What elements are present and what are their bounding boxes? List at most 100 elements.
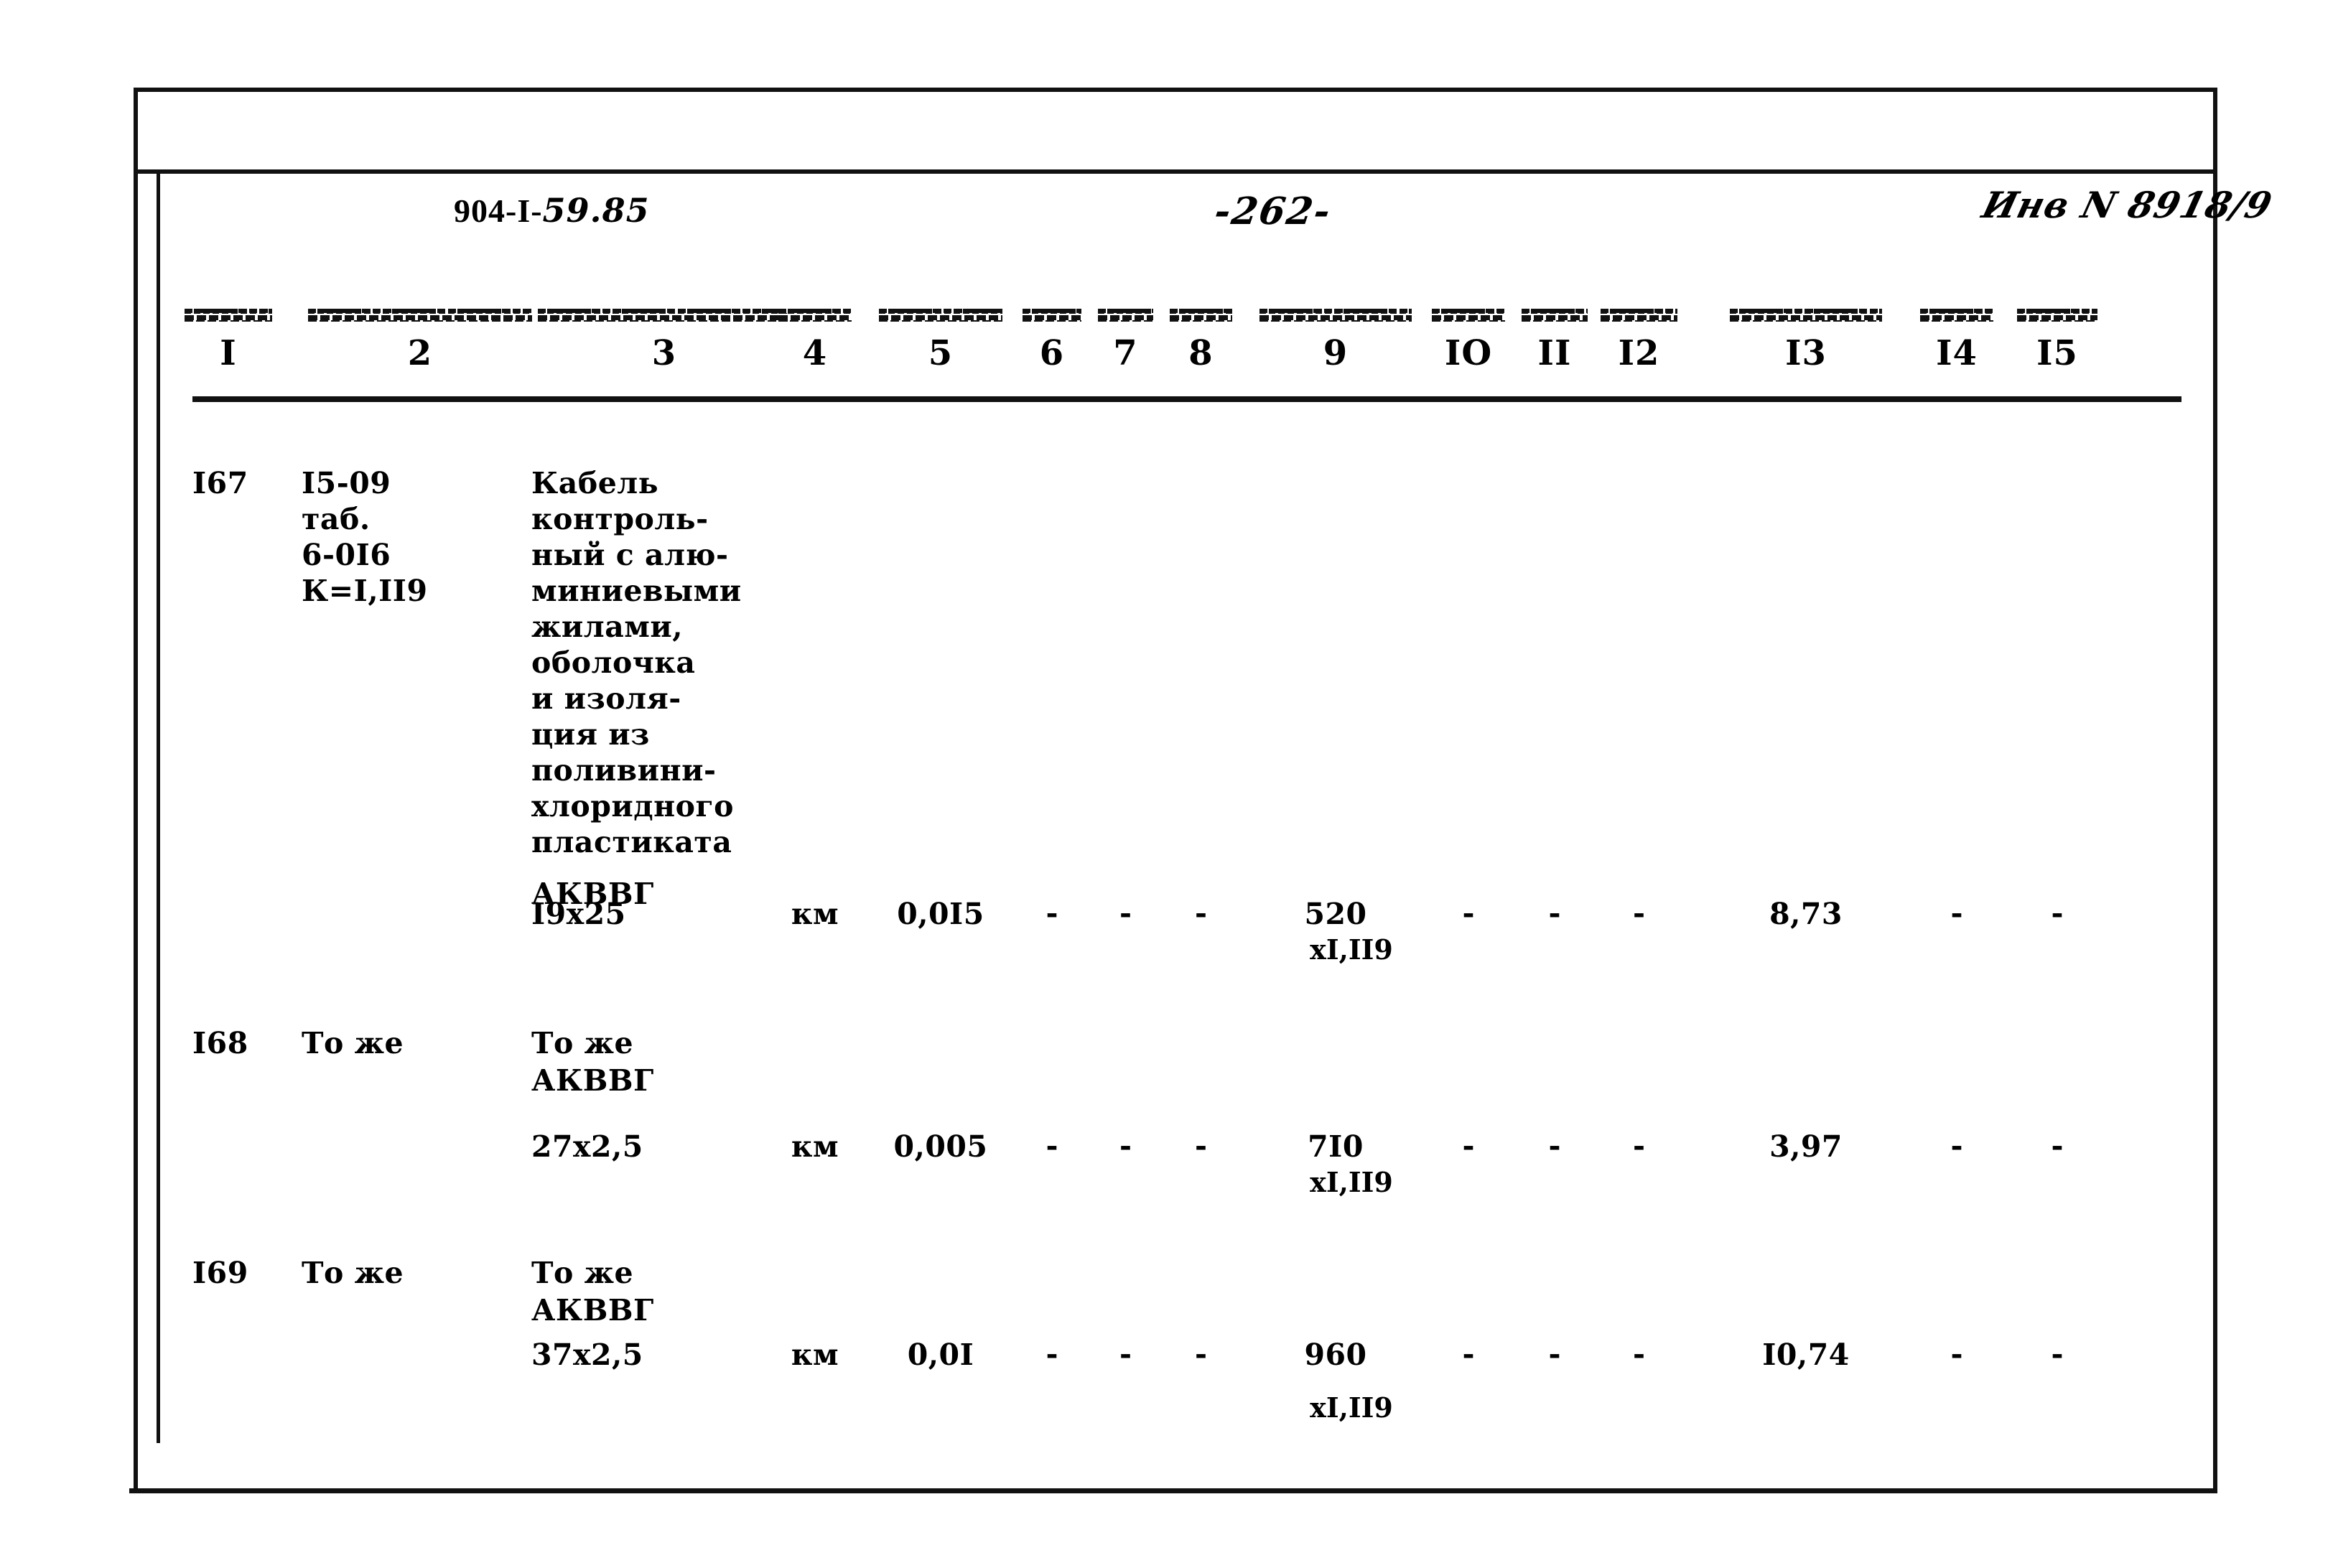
- row-description: Кабель контроль- ный с алю- миниевыми жи…: [531, 466, 742, 859]
- column-rule-segment: [1023, 309, 1081, 325]
- row-unit: км: [791, 897, 839, 931]
- hatched-rule-line: [1522, 309, 1588, 314]
- column-rule-segment: [1432, 309, 1505, 325]
- row-size: I9x25: [531, 897, 626, 931]
- column-number-15: I5: [2036, 333, 2078, 373]
- row-value-col9: 7I0: [1308, 1129, 1364, 1164]
- row-value-col10: -: [1462, 1129, 1475, 1163]
- hatched-rule-line: [185, 309, 272, 314]
- row-value-col14: -: [1950, 896, 1963, 930]
- hatched-rule-line: [308, 309, 532, 314]
- row-value-col8: -: [1194, 1129, 1208, 1163]
- column-rule-segment: [879, 309, 1002, 325]
- row-value-col15: -: [2051, 896, 2064, 930]
- hatched-rule-line: [1098, 317, 1153, 322]
- document-code: 904-I-59.85: [454, 191, 650, 230]
- hatched-rule-line: [1023, 309, 1081, 314]
- hatched-rule-line: [1730, 317, 1882, 322]
- hatched-rule-line: [538, 317, 791, 322]
- row-value-col9-coefficient: xI,II9: [1310, 1391, 1393, 1424]
- row-value-col9: 960: [1304, 1338, 1367, 1372]
- form-border-bottom: [129, 1488, 2217, 1493]
- row-description: То же: [531, 1026, 634, 1060]
- row-brand: АКВВГ: [531, 1063, 654, 1098]
- row-position-number: I67: [192, 466, 248, 500]
- hatched-rule-line: [2017, 317, 2097, 322]
- hatched-rule-line: [1098, 309, 1153, 314]
- hatched-rule-line: [778, 317, 852, 322]
- row-norm-code: I5-09 таб. 6-0I6 К=I,II9: [302, 466, 428, 608]
- row-value-col11: -: [1548, 1337, 1561, 1371]
- row-value-col10: -: [1462, 896, 1475, 930]
- row-value-col13: 3,97: [1769, 1129, 1843, 1164]
- hatched-rule-line: [879, 309, 1002, 314]
- column-rule-segment: [1170, 309, 1232, 325]
- row-norm-code: То же: [302, 1026, 404, 1060]
- header-separator-rule: [138, 169, 2217, 174]
- row-value-col15: -: [2051, 1129, 2064, 1163]
- row-norm-code: То же: [302, 1256, 404, 1290]
- hatched-rule-line: [1432, 317, 1505, 322]
- row-value-col15: -: [2051, 1337, 2064, 1371]
- column-number-4: 4: [802, 333, 828, 373]
- row-value-col12: -: [1632, 1337, 1646, 1371]
- row-value-col13: I0,74: [1762, 1338, 1850, 1372]
- column-number-11: II: [1537, 333, 1572, 373]
- hatched-rule-line: [778, 309, 852, 314]
- page-number: -262-: [1211, 190, 1335, 233]
- row-value-col13: 8,73: [1769, 897, 1843, 931]
- row-brand: АКВВГ: [531, 1293, 654, 1327]
- column-rule-segment: [1098, 309, 1153, 325]
- column-rule-segment: [308, 309, 532, 325]
- hatched-rule-line: [308, 317, 532, 322]
- row-value-col6: -: [1046, 1129, 1058, 1163]
- hatched-rule-line: [1432, 309, 1505, 314]
- inventory-mark: Инв N 8918/9: [1978, 184, 2277, 226]
- column-rule-segment: [538, 309, 791, 325]
- row-unit: км: [791, 1338, 839, 1372]
- column-number-12: I2: [1618, 333, 1660, 373]
- row-value-col10: -: [1462, 1337, 1475, 1371]
- row-value-col9: 520: [1304, 897, 1367, 931]
- column-number-13: I3: [1785, 333, 1827, 373]
- row-quantity: 0,0I5: [897, 897, 984, 931]
- column-rule-segment: [1601, 309, 1677, 325]
- hatched-rule-line: [1522, 317, 1588, 322]
- column-rule-segment: [778, 309, 852, 325]
- row-quantity: 0,005: [893, 1129, 988, 1164]
- hatched-rule-line: [1920, 317, 1993, 322]
- column-rule-segment: [1522, 309, 1588, 325]
- row-value-col9-coefficient: xI,II9: [1310, 933, 1393, 966]
- row-value-col6: -: [1046, 1337, 1058, 1371]
- row-value-col14: -: [1950, 1337, 1963, 1371]
- hatched-rule-line: [879, 317, 1002, 322]
- row-value-col6: -: [1046, 896, 1058, 930]
- column-number-5: 5: [928, 333, 954, 373]
- row-value-col11: -: [1548, 1129, 1561, 1163]
- column-number-10: IO: [1444, 333, 1493, 373]
- row-value-col8: -: [1194, 896, 1208, 930]
- row-description: То же: [531, 1256, 634, 1290]
- hatched-rule-line: [1259, 309, 1412, 314]
- hatched-rule-line: [1601, 317, 1677, 322]
- form-border-left-outer: [134, 88, 138, 1493]
- hatched-rule-line: [1259, 317, 1412, 322]
- row-position-number: I68: [192, 1026, 248, 1060]
- column-number-3: 3: [651, 333, 677, 373]
- column-number-1: I: [220, 333, 237, 373]
- column-header-bottom-rule: [192, 396, 2181, 402]
- hatched-rule-line: [1601, 309, 1677, 314]
- document-code-base: 904-I-: [454, 192, 543, 229]
- row-size: 27x2,5: [531, 1129, 643, 1164]
- row-position-number: I69: [192, 1256, 248, 1290]
- hatched-rule-line: [538, 309, 791, 314]
- row-size: 37x2,5: [531, 1338, 643, 1372]
- scanned-page: 904-I-59.85 -262- Инв N 8918/9 I23456789…: [0, 0, 2333, 1568]
- column-number-14: I4: [1936, 333, 1978, 373]
- column-number-9: 9: [1323, 333, 1349, 373]
- form-border-right-outer: [2213, 88, 2217, 1493]
- hatched-rule-line: [1170, 309, 1232, 314]
- page-header: 904-I-59.85 -262- Инв N 8918/9: [138, 92, 2277, 233]
- hatched-rule-line: [1730, 309, 1882, 314]
- row-value-col7: -: [1119, 1129, 1132, 1163]
